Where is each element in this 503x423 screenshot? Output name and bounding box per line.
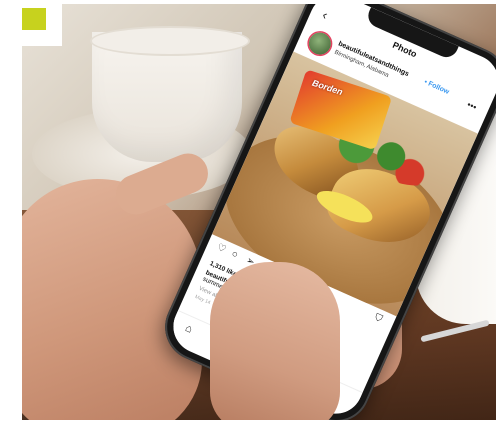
follow-button[interactable]: • Follow [423,79,450,96]
background-photo: ‹ Photo beautifuleatsandthings • Follow … [22,4,496,420]
coffee-cup-rim [90,26,250,56]
avatar[interactable] [305,29,335,59]
home-icon[interactable]: ⌂ [183,322,194,336]
more-options-icon[interactable]: ••• [466,99,479,112]
heart-icon[interactable]: ♡ [215,242,228,256]
comment-icon[interactable]: ○ [230,248,240,261]
right-hand [210,262,340,420]
corner-accent-square [22,8,46,30]
bookmark-icon[interactable]: ⛉ [373,312,384,325]
